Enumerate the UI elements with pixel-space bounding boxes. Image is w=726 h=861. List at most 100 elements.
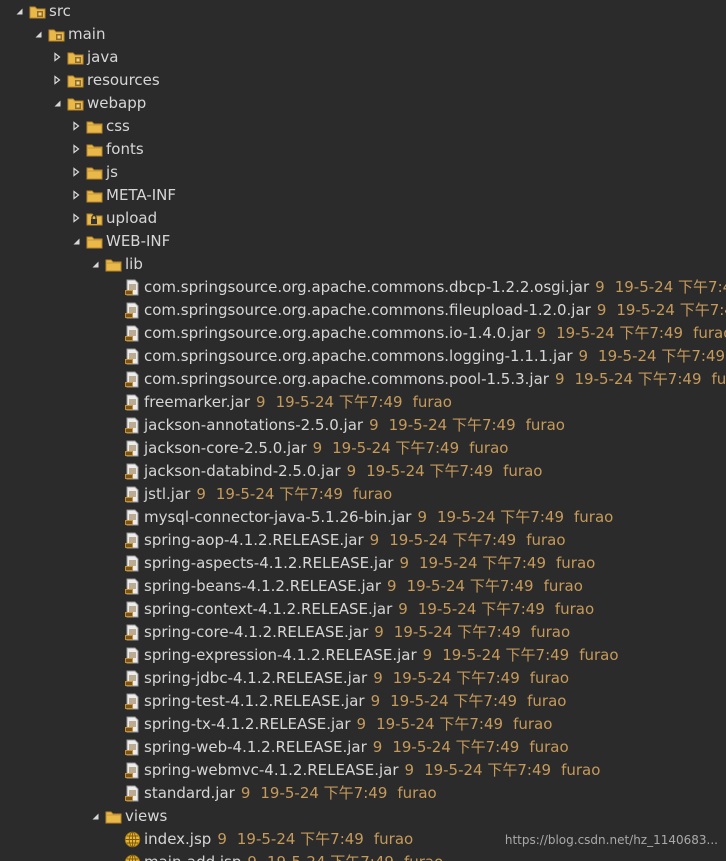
commit-author: furao — [711, 370, 726, 388]
tree-item-label: spring-web-4.1.2.RELEASE.jar 9 19-5-24 下午7… — [144, 736, 569, 759]
commit-author: furao — [543, 577, 583, 595]
tree-row[interactable]: spring-beans-4.1.2.RELEASE.jar 9 19-5-24 下… — [0, 575, 726, 598]
revision: 9 — [356, 715, 367, 733]
collapsed-arrow-icon[interactable] — [71, 213, 81, 223]
tree-row[interactable]: spring-aspects-4.1.2.RELEASE.jar 9 19-5-24… — [0, 552, 726, 575]
commit-author: furao — [513, 715, 553, 733]
item-name: lib — [125, 255, 143, 273]
commit-date: 19-5-24 下午7:49 — [556, 324, 684, 342]
tree-item-label: fonts — [106, 138, 144, 161]
tree-row[interactable]: com.springsource.org.apache.commons.logg… — [0, 345, 726, 368]
svn-decoration: 9 19-5-24 下午7:49 furao — [313, 439, 509, 457]
collapsed-arrow-icon[interactable] — [52, 52, 62, 62]
jar-file-icon — [124, 601, 141, 618]
tree-row[interactable]: com.springsource.org.apache.commons.io-1… — [0, 322, 726, 345]
folder-icon — [86, 187, 103, 204]
tree-row[interactable]: spring-webmvc-4.1.2.RELEASE.jar 9 19-5-24 … — [0, 759, 726, 782]
tree-item-label: main — [68, 23, 105, 46]
tree-row[interactable]: com.springsource.org.apache.commons.dbcp… — [0, 276, 726, 299]
collapsed-arrow-icon[interactable] — [71, 121, 81, 131]
svn-decoration: 9 19-5-24 下午7:49 furao — [347, 462, 543, 480]
tree-row[interactable]: upload — [0, 207, 726, 230]
tree-row[interactable]: spring-tx-4.1.2.RELEASE.jar 9 19-5-24 下午7:… — [0, 713, 726, 736]
commit-date: 19-5-24 下午7:49 — [236, 830, 364, 848]
expanded-arrow-icon[interactable] — [52, 98, 62, 108]
item-name: WEB-INF — [106, 232, 171, 250]
watermark: https://blog.csdn.net/hz_1140683... — [504, 833, 718, 847]
expanded-arrow-icon[interactable] — [90, 811, 100, 821]
tree-row[interactable]: css — [0, 115, 726, 138]
commit-date: 19-5-24 下午7:49 — [332, 439, 460, 457]
tree-row[interactable]: standard.jar 9 19-5-24 下午7:49 furao — [0, 782, 726, 805]
collapsed-arrow-icon[interactable] — [71, 144, 81, 154]
svn-decoration: 9 19-5-24 下午7:49 furao — [369, 416, 565, 434]
tree-row[interactable]: js — [0, 161, 726, 184]
jar-file-icon — [124, 555, 141, 572]
tree-row[interactable]: freemarker.jar 9 19-5-24 下午7:49 furao — [0, 391, 726, 414]
tree-row[interactable]: spring-core-4.1.2.RELEASE.jar 9 19-5-24 下午… — [0, 621, 726, 644]
item-name: js — [106, 163, 118, 181]
svn-decoration: 9 19-5-24 下午7:49 furao — [196, 485, 392, 503]
tree-row[interactable]: com.springsource.org.apache.commons.file… — [0, 299, 726, 322]
expanded-arrow-icon[interactable] — [14, 6, 24, 16]
tree-row[interactable]: spring-expression-4.1.2.RELEASE.jar 9 19-5… — [0, 644, 726, 667]
tree-row[interactable]: spring-context-4.1.2.RELEASE.jar 9 19-5-24… — [0, 598, 726, 621]
item-name: spring-webmvc-4.1.2.RELEASE.jar — [144, 761, 399, 779]
revision: 9 — [422, 646, 433, 664]
tree-item-label: standard.jar 9 19-5-24 下午7:49 furao — [144, 782, 437, 805]
tree-row[interactable]: java — [0, 46, 726, 69]
collapsed-arrow-icon[interactable] — [71, 167, 81, 177]
tree-item-label: spring-aspects-4.1.2.RELEASE.jar 9 19-5-24… — [144, 552, 595, 575]
svn-decoration: 9 19-5-24 下午7:49 furao — [405, 761, 601, 779]
commit-date: 19-5-24 下午7:49 — [614, 278, 726, 296]
tree-row[interactable]: WEB-INF — [0, 230, 726, 253]
item-name: jackson-core-2.5.0.jar — [144, 439, 307, 457]
commit-date: 19-5-24 下午7:49 — [275, 393, 403, 411]
tree-row[interactable]: spring-jdbc-4.1.2.RELEASE.jar 9 19-5-24 下午… — [0, 667, 726, 690]
tree-row[interactable]: com.springsource.org.apache.commons.pool… — [0, 368, 726, 391]
jar-file-icon — [124, 693, 141, 710]
expanded-arrow-icon[interactable] — [33, 29, 43, 39]
expanded-arrow-icon[interactable] — [90, 259, 100, 269]
tree-row[interactable]: resources — [0, 69, 726, 92]
commit-author: furao — [529, 669, 570, 687]
commit-date: 19-5-24 下午7:49 — [417, 600, 545, 618]
collapsed-arrow-icon[interactable] — [71, 190, 81, 200]
tree-row[interactable]: src — [0, 0, 726, 23]
tree-row[interactable]: mysql-connector-java-5.1.26-bin.jar 9 19-5… — [0, 506, 726, 529]
tree-row[interactable]: main-add.jsp 9 19-5-24 下午7:49 furao — [0, 851, 726, 861]
commit-date: 19-5-24 下午7:49 — [442, 646, 570, 664]
revision: 9 — [247, 853, 257, 861]
item-name: jackson-annotations-2.5.0.jar — [144, 416, 364, 434]
tree-row[interactable]: fonts — [0, 138, 726, 161]
jar-file-icon — [124, 463, 141, 480]
tree-row[interactable]: lib — [0, 253, 726, 276]
jar-file-icon — [124, 532, 141, 549]
tree-row[interactable]: jackson-core-2.5.0.jar 9 19-5-24 下午7:49 fur… — [0, 437, 726, 460]
tree-item-label: spring-aop-4.1.2.RELEASE.jar 9 19-5-24 下午7… — [144, 529, 566, 552]
expanded-arrow-icon[interactable] — [71, 236, 81, 246]
tree-row[interactable]: webapp — [0, 92, 726, 115]
tree-row[interactable]: jackson-databind-2.5.0.jar 9 19-5-24 下午7:4… — [0, 460, 726, 483]
item-name: spring-beans-4.1.2.RELEASE.jar — [144, 577, 382, 595]
commit-author: furao — [527, 692, 567, 710]
tree-row[interactable]: jstl.jar 9 19-5-24 下午7:49 furao — [0, 483, 726, 506]
revision: 9 — [196, 485, 206, 503]
svn-decoration: 9 19-5-24 下午7:49 furao — [374, 623, 570, 641]
jar-file-icon — [124, 762, 141, 779]
commit-author: furao — [693, 324, 726, 342]
tree-row[interactable]: META-INF — [0, 184, 726, 207]
tree-item-label: js — [106, 161, 118, 184]
svn-decoration: 9 19-5-24 下午7:49 furao — [399, 554, 595, 572]
tree-row[interactable]: spring-aop-4.1.2.RELEASE.jar 9 19-5-24 下午7… — [0, 529, 726, 552]
tree-row[interactable]: spring-test-4.1.2.RELEASE.jar 9 19-5-24 下午… — [0, 690, 726, 713]
tree-row[interactable]: spring-web-4.1.2.RELEASE.jar 9 19-5-24 下午7… — [0, 736, 726, 759]
tree-item-label: lib — [125, 253, 143, 276]
jar-file-icon — [124, 647, 141, 664]
tree-row[interactable]: jackson-annotations-2.5.0.jar 9 19-5-24 下午… — [0, 414, 726, 437]
jar-file-icon — [124, 371, 141, 388]
tree-row[interactable]: main — [0, 23, 726, 46]
tree-row[interactable]: views — [0, 805, 726, 828]
collapsed-arrow-icon[interactable] — [52, 75, 62, 85]
jar-file-icon — [124, 785, 141, 802]
